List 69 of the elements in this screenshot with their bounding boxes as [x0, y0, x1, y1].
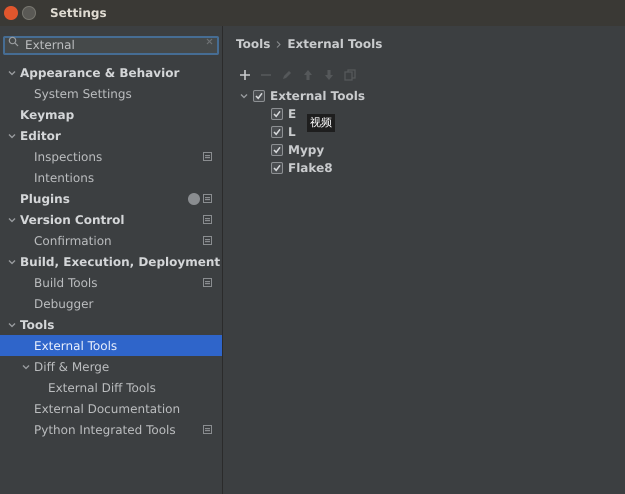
sidebar-item[interactable]: Version Control — [0, 209, 222, 230]
tree-item: L — [288, 124, 296, 141]
item-label: Confirmation — [34, 232, 112, 250]
chevron-down-icon[interactable] — [8, 216, 16, 224]
checkmark-icon — [273, 146, 281, 154]
item-label: Editor — [20, 128, 61, 144]
chevron-down-icon[interactable] — [8, 258, 16, 266]
item-label: Build Tools — [34, 274, 98, 292]
checkmark-icon — [273, 128, 281, 136]
item-label: Tools — [20, 316, 54, 334]
item-label: Appearance & Behavior — [20, 64, 180, 82]
sidebar-item[interactable]: System Settings — [0, 83, 222, 104]
checkmark-icon — [255, 92, 263, 100]
item-label: Plugins — [20, 190, 70, 208]
sidebar-item[interactable]: Build, Execution, Deployment — [0, 251, 222, 272]
item-label: Version Control — [20, 212, 125, 228]
sidebar-item[interactable]: Appearance & Behavior — [0, 62, 222, 83]
chevron-down-icon[interactable] — [22, 362, 30, 370]
checkmark-icon — [273, 164, 281, 172]
sidebar-item[interactable]: External Documentation — [0, 398, 222, 419]
sidebar-item[interactable]: Keymap — [0, 104, 222, 125]
search-icon — [8, 36, 19, 47]
checkbox[interactable] — [271, 126, 283, 138]
item-label: Python Integrated Tools — [34, 422, 176, 438]
tree-item: External Tools — [270, 88, 365, 105]
item-label: External Tools — [34, 338, 118, 354]
chevron-right-icon — [276, 40, 282, 48]
item-label: Keymap — [20, 106, 74, 124]
sidebar-item[interactable]: Build Tools — [0, 272, 222, 293]
sidebar-item[interactable]: Plugins — [0, 188, 222, 209]
minimize-icon[interactable] — [22, 6, 36, 20]
window-title: Settings — [50, 5, 107, 22]
chevron-down-icon[interactable] — [8, 132, 16, 140]
sidebar-item[interactable]: Confirmation — [0, 230, 222, 251]
checkmark-icon — [273, 110, 281, 118]
sidebar-item[interactable]: Python Integrated Tools — [0, 419, 222, 440]
chevron-down-icon[interactable] — [8, 320, 16, 328]
item-label: External Documentation — [34, 400, 180, 418]
add-icon[interactable] — [239, 69, 251, 81]
item-label: Debugger — [34, 296, 94, 312]
checkbox[interactable] — [271, 108, 283, 120]
breadcrumb-item: External Tools — [287, 36, 382, 53]
close-icon[interactable] — [4, 6, 18, 20]
checkbox[interactable] — [271, 144, 283, 156]
item-label: External Diff Tools — [48, 380, 156, 396]
chevron-down-icon[interactable] — [240, 92, 248, 100]
help-icon[interactable] — [188, 192, 200, 204]
checkbox[interactable] — [271, 162, 283, 174]
search-field[interactable]: External — [3, 36, 219, 54]
item-label: Diff & Merge — [34, 358, 110, 376]
sidebar-item[interactable]: Editor — [0, 125, 222, 146]
checkbox[interactable] — [253, 90, 265, 102]
item-label: Inspections — [34, 148, 102, 166]
sidebar-item[interactable]: External Tools — [0, 335, 222, 356]
tree-item: Mypy — [288, 142, 324, 159]
sidebar-item[interactable]: Inspections — [0, 146, 222, 167]
item-label: Build, Execution, Deployment — [20, 254, 220, 270]
item-label: Intentions — [34, 170, 94, 186]
tree-item: Flake8 — [288, 160, 333, 177]
sidebar-item[interactable]: Debugger — [0, 293, 222, 314]
sidebar-item[interactable]: Intentions — [0, 167, 222, 188]
breadcrumb-item: Tools — [236, 36, 270, 53]
item-label: System Settings — [34, 86, 132, 102]
sidebar-item[interactable]: Tools — [0, 314, 222, 335]
sidebar-item[interactable]: External Diff Tools — [0, 377, 222, 398]
chevron-down-icon[interactable] — [8, 68, 16, 76]
tooltip: 视频 — [307, 114, 336, 132]
sidebar-item[interactable]: Diff & Merge — [0, 356, 222, 377]
tree-item: E — [288, 106, 296, 123]
